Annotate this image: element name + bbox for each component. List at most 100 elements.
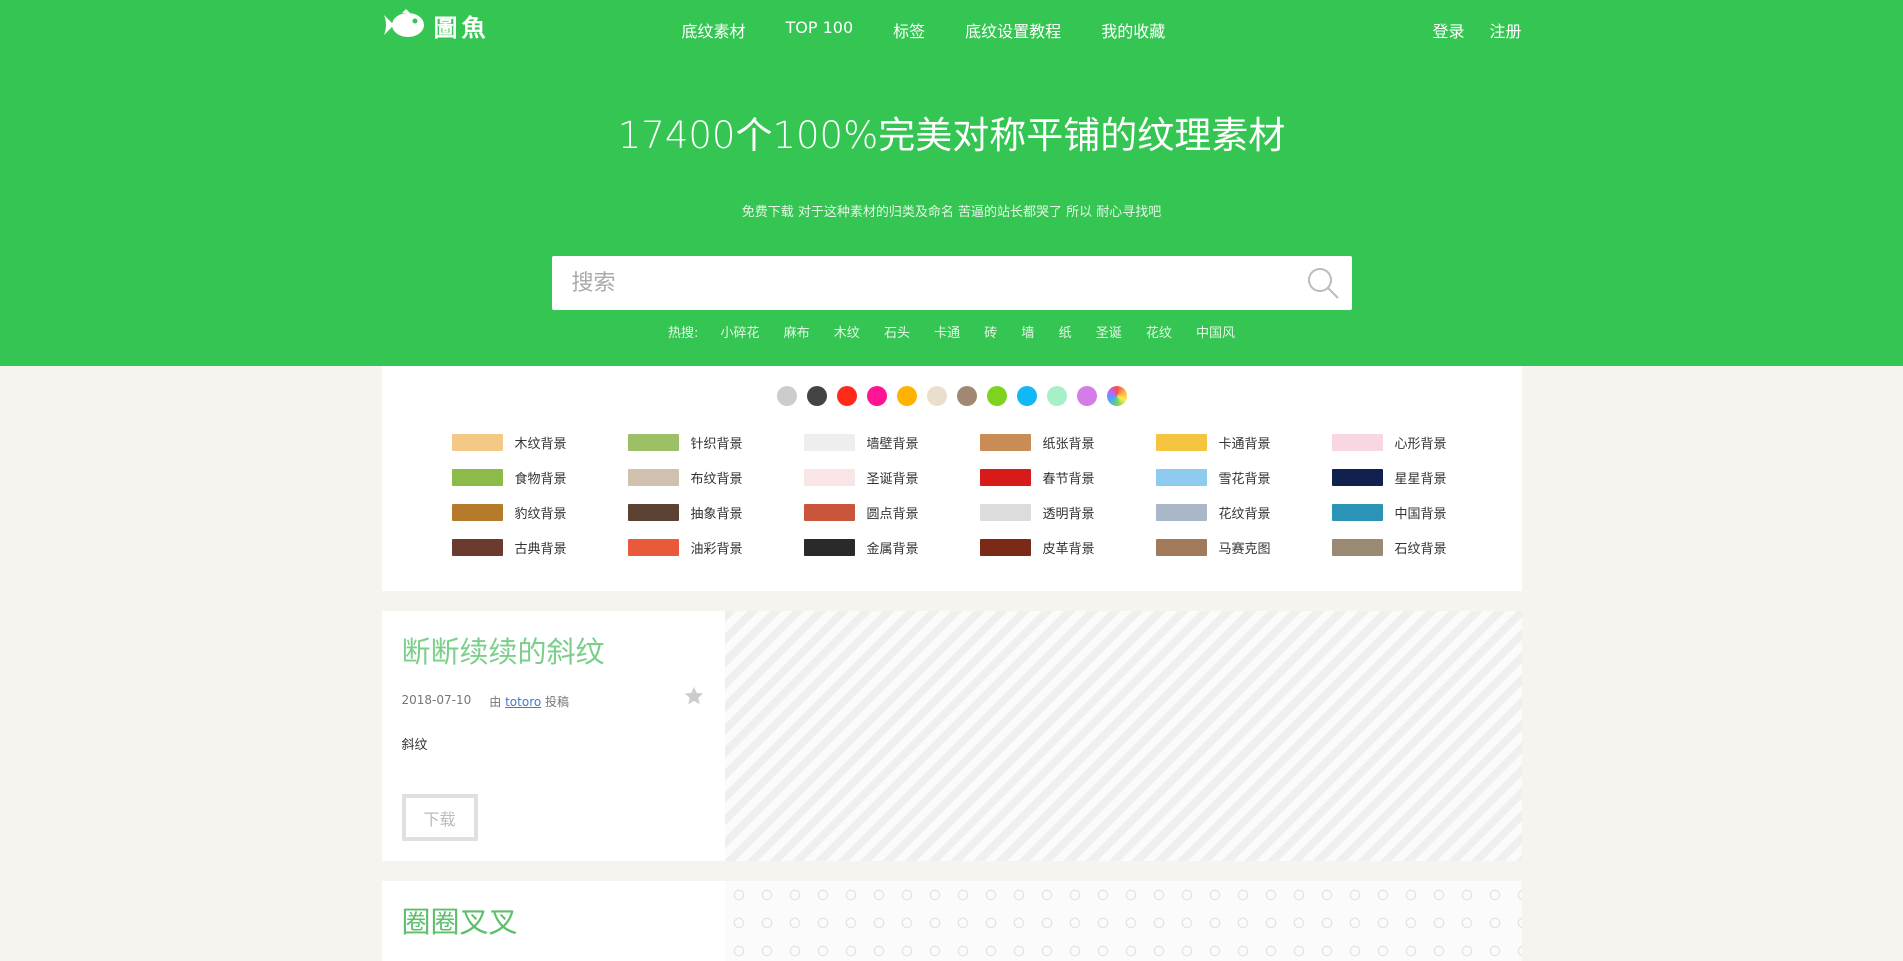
category-item[interactable]: 星星背景 [1331,466,1508,489]
category-label: 木纹背景 [514,437,567,452]
texture-card: 圈圈叉叉 [381,881,1522,961]
card-title[interactable]: 断断续续的斜纹 [402,629,705,671]
site-logo[interactable]: 圖魚 [382,8,490,43]
category-label: 马赛克图 [1218,542,1271,557]
category-label: 皮革背景 [1042,542,1095,557]
hot-term[interactable]: 小碎花 [720,326,759,341]
category-grid: 木纹背景 针织背景 墙壁背景 纸张背景 卡通背景 心形背景食物背景 布纹背景 圣诞背景 春节背景… [382,406,1522,559]
category-item[interactable]: 墙壁背景 [803,431,980,454]
category-item[interactable]: 抽象背景 [627,501,804,524]
category-label: 豹纹背景 [514,507,567,522]
texture-preview[interactable] [724,881,1522,961]
category-label: 中国背景 [1394,507,1447,522]
category-item[interactable]: 纸张背景 [979,431,1156,454]
category-item[interactable]: 马赛克图 [1155,536,1332,559]
category-thumbnail [803,434,855,451]
color-swatch[interactable] [866,386,887,406]
color-swatch[interactable] [926,386,947,406]
download-button[interactable]: 下载 [401,794,478,841]
search-icon[interactable] [1306,266,1340,300]
texture-preview[interactable] [724,611,1522,861]
color-swatch[interactable] [1106,386,1127,406]
nav-link-top100[interactable]: TOP 100 [786,18,854,42]
hot-term[interactable]: 花纹 [1146,326,1172,341]
nav-link-tags[interactable]: 标签 [893,18,925,42]
category-thumbnail [1331,469,1383,486]
color-filter [382,366,1522,406]
category-label: 布纹背景 [690,472,743,487]
hot-term[interactable]: 纸 [1059,326,1072,341]
category-item[interactable]: 圆点背景 [803,501,980,524]
auth-links: 登录 注册 [1432,18,1521,42]
hot-term[interactable]: 墙 [1021,326,1034,341]
category-item[interactable]: 食物背景 [451,466,628,489]
logo-text: 圖魚 [433,14,490,42]
hot-term[interactable]: 卡通 [934,326,960,341]
card-title[interactable]: 圈圈叉叉 [402,899,705,941]
author-link[interactable]: totoro [505,695,541,709]
card-meta: 2018-07-10 由 totoro 投稿 [402,693,705,710]
color-swatch[interactable] [1076,386,1097,406]
category-thumbnail [979,539,1031,556]
category-thumbnail [803,539,855,556]
color-swatch[interactable] [1016,386,1037,406]
hot-term[interactable]: 砖 [984,326,997,341]
category-item[interactable]: 石纹背景 [1331,536,1508,559]
nav-link-favorites[interactable]: 我的收藏 [1101,18,1165,42]
category-thumbnail [1331,504,1383,521]
category-item[interactable]: 透明背景 [979,501,1156,524]
category-item[interactable]: 古典背景 [451,536,628,559]
category-item[interactable]: 油彩背景 [627,536,804,559]
category-label: 花纹背景 [1218,507,1271,522]
category-item[interactable]: 花纹背景 [1155,501,1332,524]
hot-term[interactable]: 圣诞 [1096,326,1122,341]
color-swatch[interactable] [986,386,1007,406]
category-item[interactable]: 木纹背景 [451,431,628,454]
category-label: 纸张背景 [1042,437,1095,452]
color-swatch[interactable] [896,386,917,406]
category-label: 金属背景 [866,542,919,557]
category-item[interactable]: 心形背景 [1331,431,1508,454]
favorite-star-icon[interactable] [683,685,705,707]
category-item[interactable]: 皮革背景 [979,536,1156,559]
color-swatch[interactable] [956,386,977,406]
card-info: 圈圈叉叉 [382,881,725,961]
hero-section: 圖魚 底纹素材 TOP 100 标签 底纹设置教程 我的收藏 登录 注册 174… [0,0,1903,366]
byline-suffix: 投稿 [545,695,570,709]
category-label: 油彩背景 [690,542,743,557]
hot-term[interactable]: 麻布 [784,326,810,341]
hot-term[interactable]: 石头 [884,326,910,341]
color-swatch[interactable] [836,386,857,406]
category-thumbnail [451,504,503,521]
top-navbar: 圖魚 底纹素材 TOP 100 标签 底纹设置教程 我的收藏 登录 注册 [382,0,1522,60]
category-label: 圣诞背景 [866,472,919,487]
category-item[interactable]: 圣诞背景 [803,466,980,489]
color-swatch[interactable] [776,386,797,406]
category-item[interactable]: 针织背景 [627,431,804,454]
login-link[interactable]: 登录 [1432,18,1464,42]
hot-term[interactable]: 木纹 [834,326,860,341]
color-swatch[interactable] [1046,386,1067,406]
search-input[interactable] [551,256,1292,310]
category-item[interactable]: 雪花背景 [1155,466,1332,489]
category-item[interactable]: 春节背景 [979,466,1156,489]
nav-link-textures[interactable]: 底纹素材 [682,18,746,42]
category-item[interactable]: 豹纹背景 [451,501,628,524]
nav-link-tutorial[interactable]: 底纹设置教程 [965,18,1061,42]
card-tag[interactable]: 斜纹 [402,734,705,753]
hot-term[interactable]: 中国风 [1196,326,1235,341]
category-thumbnail [979,434,1031,451]
category-label: 针织背景 [690,437,743,452]
category-thumbnail [451,434,503,451]
category-thumbnail [803,469,855,486]
category-item[interactable]: 金属背景 [803,536,980,559]
category-item[interactable]: 卡通背景 [1155,431,1332,454]
color-swatch[interactable] [806,386,827,406]
card-date: 2018-07-10 [401,693,472,707]
category-thumbnail [451,469,503,486]
register-link[interactable]: 注册 [1489,18,1521,42]
category-item[interactable]: 中国背景 [1331,501,1508,524]
category-label: 雪花背景 [1218,472,1271,487]
hero-headline: 17400个100%完美对称平铺的纹理素材 [617,114,1286,157]
category-item[interactable]: 布纹背景 [627,466,804,489]
